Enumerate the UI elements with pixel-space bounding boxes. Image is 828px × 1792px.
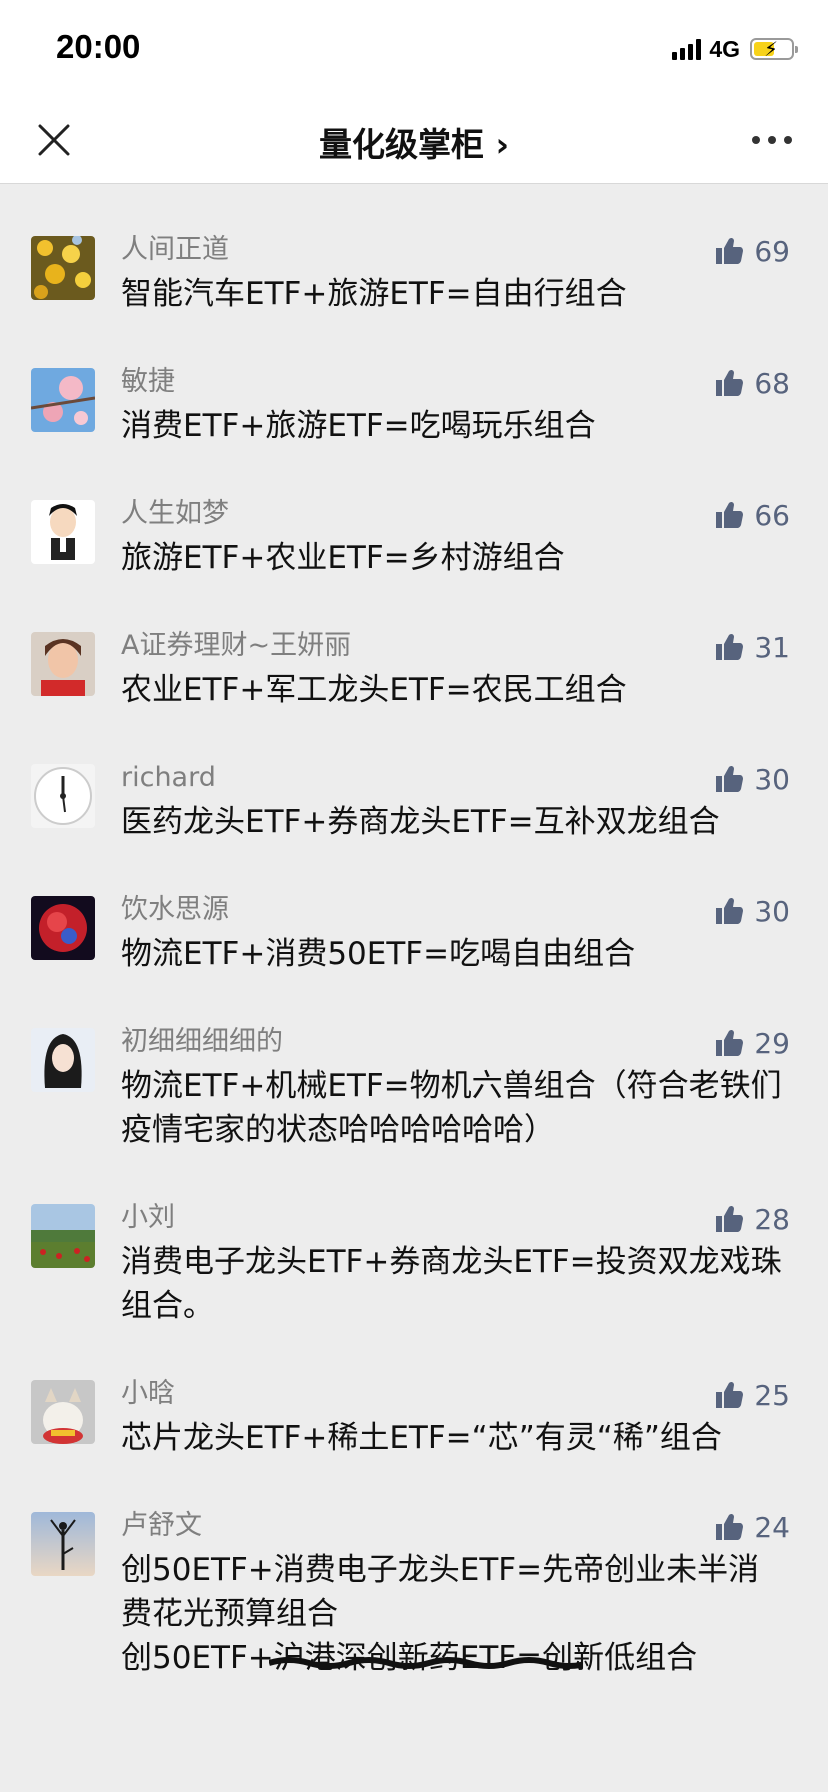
like-button[interactable]: 28 [714, 1200, 790, 1238]
yellow-flowers-avatar[interactable] [31, 236, 95, 300]
comment-username[interactable]: 饮水思源 [121, 892, 788, 928]
comment-text: 物流ETF+机械ETF=物机六兽组合（符合老铁们疫情宅家的状态哈哈哈哈哈哈） [121, 1068, 782, 1148]
like-button[interactable]: 24 [714, 1508, 790, 1546]
thumbs-up-icon [716, 897, 744, 924]
like-count: 24 [754, 1510, 790, 1544]
thumbs-up-icon [716, 765, 744, 792]
like-button[interactable]: 31 [714, 628, 790, 666]
like-count: 68 [754, 366, 790, 400]
comment-username[interactable]: 人生如梦 [121, 496, 788, 532]
thumbs-up-icon [716, 1205, 744, 1232]
like-button[interactable]: 69 [714, 232, 790, 270]
like-count: 25 [754, 1378, 790, 1412]
comment-text-line2: 创50ETF+沪港深创新药ETF=创新低组合 [121, 1640, 698, 1676]
comment-text: 医药龙头ETF+券商龙头ETF=互补双龙组合 [121, 804, 720, 840]
thumbs-up-icon [716, 1513, 744, 1540]
like-button[interactable]: 68 [714, 364, 790, 402]
woman-dark-hair-avatar[interactable] [31, 1028, 95, 1092]
comment-item: 敏捷 消费ETF+旅游ETF=吃喝玩乐组合 68 [0, 316, 828, 448]
status-bar: 20:00 4G ⚡ [0, 0, 828, 96]
comment-username[interactable]: A证券理财~王妍丽 [121, 628, 788, 664]
thumbs-up-icon [716, 1381, 744, 1408]
comment-username[interactable]: 小晗 [121, 1376, 788, 1412]
like-count: 29 [754, 1026, 790, 1060]
comment-text: 创50ETF+消费电子龙头ETF=先帝创业未半消费花光预算组合 [121, 1552, 760, 1632]
charging-bolt-icon: ⚡ [764, 37, 779, 61]
comment-text: 消费电子龙头ETF+券商龙头ETF=投资双龙戏珠组合。 [121, 1244, 782, 1324]
comment-username[interactable]: 卢舒文 [121, 1508, 788, 1544]
like-count: 28 [754, 1202, 790, 1236]
status-time: 20:00 [56, 28, 141, 65]
scribble-redaction [269, 1657, 581, 1669]
comment-text: 消费ETF+旅游ETF=吃喝玩乐组合 [121, 408, 596, 444]
like-button[interactable]: 30 [714, 892, 790, 930]
comment-item: 饮水思源 物流ETF+消费50ETF=吃喝自由组合 30 [0, 844, 828, 976]
like-count: 30 [754, 762, 790, 796]
like-button[interactable]: 30 [714, 760, 790, 798]
comment-item: 卢舒文 创50ETF+消费电子龙头ETF=先帝创业未半消费花光预算组合 24 创… [0, 1460, 828, 1680]
comment-item: 人生如梦 旅游ETF+农业ETF=乡村游组合 66 [0, 448, 828, 580]
thumbs-up-icon [716, 237, 744, 264]
like-button[interactable]: 66 [714, 496, 790, 534]
clock-avatar[interactable] [31, 764, 95, 828]
like-count: 30 [754, 894, 790, 928]
thumbs-up-icon [716, 1029, 744, 1056]
comment-item: 人间正道 智能汽车ETF+旅游ETF=自由行组合 69 [0, 184, 828, 316]
thumbs-up-icon [716, 633, 744, 660]
red-globe-avatar[interactable] [31, 896, 95, 960]
comment-item: 初细细细细的 物流ETF+机械ETF=物机六兽组合（符合老铁们疫情宅家的状态哈哈… [0, 976, 828, 1152]
comment-username[interactable]: 人间正道 [121, 232, 788, 268]
more-options-icon[interactable] [752, 136, 792, 144]
signal-strength-icon [672, 38, 702, 60]
like-count: 31 [754, 630, 790, 664]
comment-text: 旅游ETF+农业ETF=乡村游组合 [121, 540, 565, 576]
comment-item: 小刘 消费电子龙头ETF+券商龙头ETF=投资双龙戏珠组合。 28 [0, 1152, 828, 1328]
like-button[interactable]: 29 [714, 1024, 790, 1062]
comment-text: 农业ETF+军工龙头ETF=农民工组合 [121, 672, 627, 708]
woman-photo-avatar[interactable] [31, 632, 95, 696]
comment-username[interactable]: 敏捷 [121, 364, 788, 400]
comment-item: A证券理财~王妍丽 农业ETF+军工龙头ETF=农民工组合 31 [0, 580, 828, 712]
comment-username[interactable]: richard [121, 760, 788, 796]
network-type: 4G [709, 35, 740, 62]
nav-bar: 量化级掌柜 › [0, 96, 828, 184]
comment-list: 人间正道 智能汽车ETF+旅游ETF=自由行组合 69 敏捷 消费ETF+旅游E… [0, 184, 828, 1680]
status-indicators: 4G ⚡ [672, 34, 798, 64]
comment-text: 芯片龙头ETF+稀土ETF=“芯”有灵“稀”组合 [121, 1420, 722, 1456]
comment-text: 智能汽车ETF+旅游ETF=自由行组合 [121, 276, 627, 312]
thumbs-up-icon [716, 501, 744, 528]
cat-avatar[interactable] [31, 1380, 95, 1444]
page-title[interactable]: 量化级掌柜 › [0, 118, 828, 166]
comment-text: 物流ETF+消费50ETF=吃喝自由组合 [121, 936, 636, 972]
yoga-silhouette-avatar[interactable] [31, 1512, 95, 1576]
like-count: 66 [754, 498, 790, 532]
like-count: 69 [754, 234, 790, 268]
landscape-avatar[interactable] [31, 1204, 95, 1268]
comment-username[interactable]: 小刘 [121, 1200, 788, 1236]
thumbs-up-icon [716, 369, 744, 396]
comment-item: richard 医药龙头ETF+券商龙头ETF=互补双龙组合 30 [0, 712, 828, 844]
comment-item: 小晗 芯片龙头ETF+稀土ETF=“芯”有灵“稀”组合 25 [0, 1328, 828, 1460]
comment-username[interactable]: 初细细细细的 [121, 1024, 788, 1060]
pink-blossom-avatar[interactable] [31, 368, 95, 432]
cartoon-man-avatar[interactable] [31, 500, 95, 564]
battery-icon: ⚡ [750, 37, 798, 61]
like-button[interactable]: 25 [714, 1376, 790, 1414]
